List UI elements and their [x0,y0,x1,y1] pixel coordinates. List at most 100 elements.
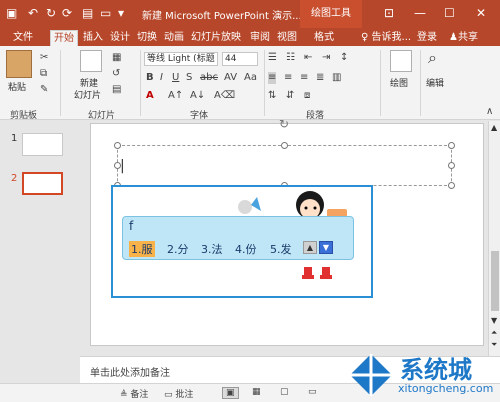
slideshow-icon[interactable]: ▭ [308,387,317,397]
grow-font-icon[interactable]: A↑ [168,90,183,102]
spacing-icon[interactable]: AV [224,72,237,84]
new-slide-label-2[interactable]: 幻灯片 [74,88,101,101]
tab-review[interactable]: 审阅 [247,30,273,46]
group-label-paragraph: 段落 [306,111,325,121]
justify-icon[interactable]: ≣ [316,72,324,84]
resize-handle[interactable] [114,142,121,149]
align-text-icon[interactable]: ⇵ [286,90,294,102]
line-spacing-icon[interactable]: ↕ [340,52,348,64]
tab-transitions[interactable]: 切换 [134,30,160,46]
tab-file[interactable]: 文件 [10,30,36,46]
resize-handle[interactable] [448,182,455,189]
undo-icon[interactable]: ↶ [28,5,38,21]
underline-icon[interactable]: U [172,72,179,84]
scroll-down-icon[interactable]: ▼ [491,316,497,325]
numbering-icon[interactable]: ☷ [286,52,295,64]
resize-handle[interactable] [114,162,121,169]
increase-indent-icon[interactable]: ⇥ [322,52,330,64]
shrink-font-icon[interactable]: A↓ [190,90,205,102]
clear-format-icon[interactable]: A⌫ [214,90,235,102]
resize-handle[interactable] [281,142,288,149]
redo-icon[interactable]: ↻ [46,5,56,21]
tab-view[interactable]: 视图 [274,30,300,46]
bold-icon[interactable]: B [146,72,154,84]
cut-icon[interactable]: ✂ [40,52,48,64]
align-center-icon[interactable]: ≡ [284,72,292,84]
resize-handle[interactable] [448,142,455,149]
lightbulb-icon: ♀ [361,32,372,43]
resize-handle[interactable] [448,162,455,169]
scroll-thumb[interactable] [491,251,499,311]
shapes-icon[interactable] [390,50,412,72]
ribbon-divider [60,50,61,116]
customize-icon[interactable]: ▾ [118,5,124,21]
italic-icon[interactable]: I [160,72,163,84]
paste-icon[interactable] [6,50,32,78]
group-label-slides: 幻灯片 [88,111,116,121]
copy-icon[interactable]: ⧉ [40,68,47,80]
tab-home[interactable]: 开始 [50,30,78,46]
align-left-icon[interactable]: ≡ [268,72,277,84]
columns-icon[interactable]: ▥ [332,72,341,84]
ribbon-divider [140,50,141,116]
format-painter-icon[interactable]: ✎ [40,84,48,96]
font-size-select[interactable]: 44 [222,52,258,66]
ime-candidate: 1.服 [129,241,155,257]
vertical-scrollbar[interactable]: ▲ ▼ ⏶ ⏷ [488,121,500,356]
search-icon[interactable]: ⌕ [428,50,437,66]
tab-insert[interactable]: 插入 [80,30,106,46]
slide-thumbnail-1[interactable] [22,133,63,156]
drawing-button[interactable]: 绘图 [390,76,408,89]
ime-candidate: 3.法 [201,243,223,256]
login-link[interactable]: 登录 [414,30,440,46]
align-right-icon[interactable]: ≡ [300,72,308,84]
context-tab-drawing-tools[interactable]: 绘图工具 [300,0,362,28]
decrease-indent-icon[interactable]: ⇤ [304,52,312,64]
tell-me-box[interactable]: ♀ 告诉我... [358,30,414,46]
share-button[interactable]: ♟共享 [446,30,481,46]
tab-design[interactable]: 设计 [107,30,133,46]
normal-view-icon[interactable]: ▣ [222,387,239,399]
comments-toggle[interactable]: ▭ 批注 [164,387,193,400]
font-name-select[interactable]: 等线 Light (标题 [144,52,218,66]
redo-icon[interactable]: ⟳ [62,5,72,21]
collapse-ribbon-icon[interactable]: ∧ [486,106,493,118]
maximize-icon[interactable]: ☐ [444,5,455,21]
change-case-icon[interactable]: Aa [244,72,257,84]
bullets-icon[interactable]: ☰ [268,52,277,64]
layout-icon[interactable]: ▦ [112,52,121,64]
smartart-icon[interactable]: ⧈ [304,90,310,102]
notes-icon: ≜ [120,390,131,400]
title-placeholder[interactable]: | [117,145,452,186]
reset-icon[interactable]: ↺ [112,68,120,80]
minimize-icon[interactable]: — [414,5,426,21]
watermark-url: xitongcheng.com [398,382,494,395]
tab-animations[interactable]: 动画 [161,30,187,46]
close-icon[interactable]: ✕ [476,5,486,21]
tab-format[interactable]: 格式 [311,30,337,46]
previous-slide-icon[interactable]: ⏶ [491,328,497,338]
slide-thumbnail-2[interactable] [22,172,63,195]
notes-toggle[interactable]: ≜ 备注 [120,387,148,400]
paste-button[interactable]: 粘贴 [8,80,26,93]
slide-thumbnail-pane: 1 2 [0,121,78,383]
reading-view-icon[interactable]: ▢ [280,387,289,397]
windows-logo-icon [350,354,392,396]
text-direction-icon[interactable]: ⇅ [268,90,276,102]
scroll-up-icon[interactable]: ▲ [491,123,497,132]
new-slide-icon[interactable] [80,50,102,72]
ime-candidate-bar: f 1.服 2.分 3.法 4.份 5.发 ▲ ▼ [122,216,354,260]
slide-sorter-icon[interactable]: ▦ [252,387,261,397]
save-icon[interactable]: ▤ [82,5,93,21]
rotate-handle-icon[interactable]: ↻ [279,117,289,131]
start-icon[interactable]: ▭ [100,5,111,21]
editing-button[interactable]: 编辑 [426,76,444,89]
ribbon-display-icon[interactable]: ⊡ [384,5,394,21]
section-icon[interactable]: ▤ [112,84,121,96]
shadow-icon[interactable]: S [186,72,192,84]
ribbon-divider [380,50,381,116]
font-color-icon[interactable]: A [146,90,154,102]
strikethrough-icon[interactable]: abc [200,72,218,84]
page-up-icon: ▲ [303,241,317,254]
tab-slideshow[interactable]: 幻灯片放映 [188,30,244,46]
